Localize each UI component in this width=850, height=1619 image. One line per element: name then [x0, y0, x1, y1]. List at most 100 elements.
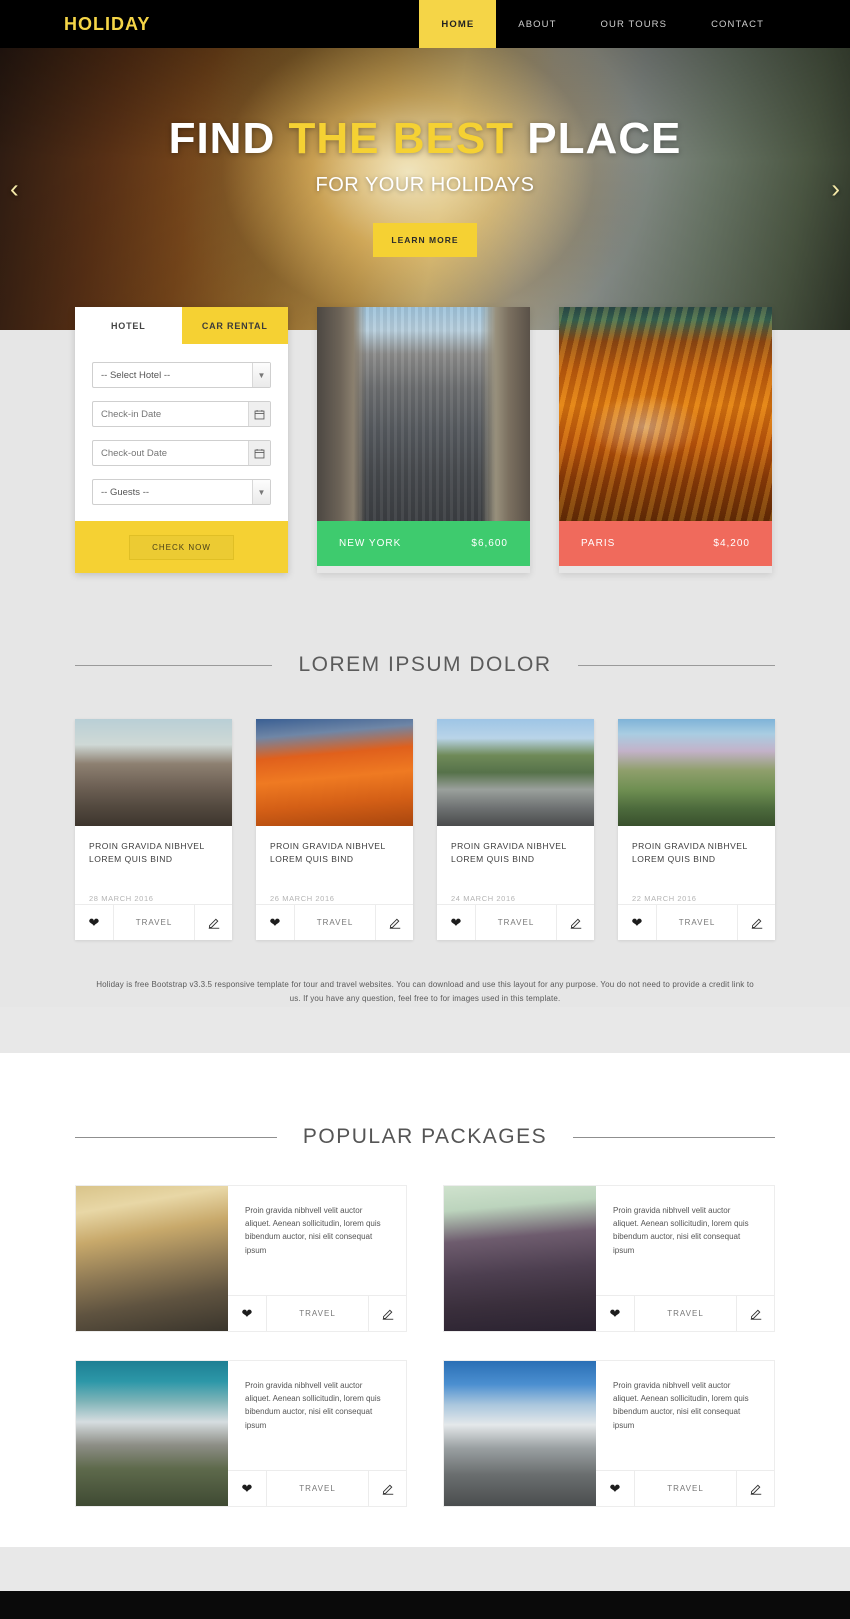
hero-subtitle: FOR YOUR HOLIDAYS	[315, 174, 535, 196]
edit-pencil-icon[interactable]	[368, 1296, 406, 1331]
favorite-heart-icon[interactable]: ❤	[618, 905, 656, 940]
package-text-1: Proin gravida nibhvell velit auctor aliq…	[245, 1206, 381, 1255]
package-tag-3[interactable]: TRAVEL	[266, 1471, 368, 1506]
blog-card-row: PROIN GRAVIDA NIBHVEL LOREM QUIS BIND 28…	[75, 719, 775, 940]
packages-divider-left	[75, 1136, 277, 1138]
nav-item-our-tours[interactable]: OUR TOURS	[579, 0, 690, 48]
blog-card[interactable]: PROIN GRAVIDA NIBHVEL LOREM QUIS BIND 24…	[437, 719, 594, 940]
nav-menu: HOME ABOUT OUR TOURS CONTACT	[419, 0, 786, 48]
packages-divider-right	[573, 1136, 775, 1138]
hero-title: FIND THE BEST PLACE	[0, 114, 850, 164]
favorite-heart-icon[interactable]: ❤	[75, 905, 113, 940]
edit-pencil-icon[interactable]	[375, 905, 413, 940]
site-logo[interactable]: HOLIDAY	[0, 0, 419, 48]
package-image-4	[444, 1361, 596, 1506]
edit-pencil-icon[interactable]	[736, 1296, 774, 1331]
package-text-2: Proin gravida nibhvell velit auctor aliq…	[613, 1206, 749, 1255]
blog-body-2: PROIN GRAVIDA NIBHVEL LOREM QUIS BIND 26…	[256, 826, 413, 904]
check-now-button[interactable]: CHECK NOW	[129, 534, 234, 560]
blog-body-4: PROIN GRAVIDA NIBHVEL LOREM QUIS BIND 22…	[618, 826, 775, 904]
favorite-heart-icon[interactable]: ❤	[256, 905, 294, 940]
package-content-2: Proin gravida nibhvell velit auctor aliq…	[596, 1186, 774, 1331]
learn-more-button[interactable]: LEARN MORE	[373, 223, 477, 257]
checkin-field	[92, 401, 271, 427]
blog-card[interactable]: PROIN GRAVIDA NIBHVEL LOREM QUIS BIND 28…	[75, 719, 232, 940]
edit-pencil-icon[interactable]	[556, 905, 594, 940]
carousel-next-icon[interactable]: ›	[831, 174, 840, 205]
package-content-1: Proin gravida nibhvell velit auctor aliq…	[228, 1186, 406, 1331]
edit-pencil-icon[interactable]	[368, 1471, 406, 1506]
carousel-prev-icon[interactable]: ‹	[10, 174, 19, 205]
blog-card-footer-4: ❤ TRAVEL	[618, 904, 775, 940]
favorite-heart-icon[interactable]: ❤	[437, 905, 475, 940]
heart-glyph: ❤	[450, 915, 462, 930]
blog-tag-4[interactable]: TRAVEL	[656, 905, 737, 940]
blog-date-3: 24 MARCH 2016	[451, 893, 516, 903]
hero-title-accent: THE BEST	[288, 114, 515, 163]
blog-card-footer-1: ❤ TRAVEL	[75, 904, 232, 940]
package-text-4: Proin gravida nibhvell velit auctor aliq…	[613, 1381, 749, 1430]
package-image-1	[76, 1186, 228, 1331]
booking-widget: HOTEL CAR RENTAL -- Select Hotel -- ▼ Ch…	[75, 307, 288, 573]
nav-item-about[interactable]: ABOUT	[496, 0, 578, 48]
popular-packages-section: POPULAR PACKAGES Proin gravida nibhvell …	[0, 1053, 850, 1547]
hero-content: FIND THE BEST PLACE FOR YOUR HOLIDAYS LE…	[0, 48, 850, 257]
deal-card-paris[interactable]: PARIS $4,200	[559, 307, 772, 573]
favorite-heart-icon[interactable]: ❤	[596, 1296, 634, 1331]
deal-info-bar-new-york: NEW YORK $6,600	[317, 521, 530, 566]
package-card[interactable]: Proin gravida nibhvell velit auctor aliq…	[443, 1360, 775, 1507]
package-content-3: Proin gravida nibhvell velit auctor aliq…	[228, 1361, 406, 1506]
calendar-icon-checkin[interactable]	[248, 402, 270, 426]
package-tag-4[interactable]: TRAVEL	[634, 1471, 736, 1506]
guests-select[interactable]: -- Guests --	[92, 479, 271, 505]
deal-card-new-york[interactable]: NEW YORK $6,600	[317, 307, 530, 573]
nav-right-spacer	[786, 0, 850, 48]
tab-car-rental[interactable]: CAR RENTAL	[181, 307, 288, 344]
blog-title-2: PROIN GRAVIDA NIBHVEL LOREM QUIS BIND	[270, 841, 386, 864]
package-card[interactable]: Proin gravida nibhvell velit auctor aliq…	[75, 1185, 407, 1332]
package-card[interactable]: Proin gravida nibhvell velit auctor aliq…	[443, 1185, 775, 1332]
calendar-icon-checkout[interactable]	[248, 441, 270, 465]
blog-tag-2[interactable]: TRAVEL	[294, 905, 375, 940]
edit-pencil-icon[interactable]	[736, 1471, 774, 1506]
favorite-heart-icon[interactable]: ❤	[228, 1471, 266, 1506]
page-footer	[0, 1591, 850, 1619]
package-tag-1[interactable]: TRAVEL	[266, 1296, 368, 1331]
blog-card[interactable]: PROIN GRAVIDA NIBHVEL LOREM QUIS BIND 26…	[256, 719, 413, 940]
heading-divider-right	[577, 664, 776, 666]
deal-image-paris	[559, 307, 772, 521]
template-description-text: Holiday is free Bootstrap v3.3.5 respons…	[96, 980, 754, 1003]
main-grey-section: HOTEL CAR RENTAL -- Select Hotel -- ▼ Ch…	[0, 307, 850, 1007]
package-footer-3: ❤ TRAVEL	[228, 1470, 406, 1506]
deal-price-new-york: $6,600	[471, 538, 508, 549]
blog-tag-3[interactable]: TRAVEL	[475, 905, 556, 940]
blog-date-1: 28 MARCH 2016	[89, 893, 154, 903]
tab-hotel[interactable]: HOTEL	[75, 307, 182, 344]
edit-pencil-icon[interactable]	[737, 905, 775, 940]
checkin-input[interactable]	[92, 401, 271, 427]
hotel-select-field: -- Select Hotel -- ▼	[92, 362, 271, 388]
blog-date-4: 22 MARCH 2016	[632, 893, 697, 903]
deal-info-bar-paris: PARIS $4,200	[559, 521, 772, 566]
heart-glyph: ❤	[609, 1481, 621, 1496]
blog-tag-1[interactable]: TRAVEL	[113, 905, 194, 940]
nav-item-contact[interactable]: CONTACT	[689, 0, 786, 48]
nav-item-home[interactable]: HOME	[419, 0, 497, 48]
favorite-heart-icon[interactable]: ❤	[596, 1471, 634, 1506]
blog-section-heading: LOREM IPSUM DOLOR	[75, 653, 776, 677]
heart-glyph: ❤	[269, 915, 281, 930]
hero-title-part1: FIND	[168, 114, 289, 163]
package-tag-2[interactable]: TRAVEL	[634, 1296, 736, 1331]
blog-title-1: PROIN GRAVIDA NIBHVEL LOREM QUIS BIND	[89, 841, 205, 864]
hotel-select[interactable]: -- Select Hotel --	[92, 362, 271, 388]
checkout-input[interactable]	[92, 440, 271, 466]
package-image-3	[76, 1361, 228, 1506]
package-card[interactable]: Proin gravida nibhvell velit auctor aliq…	[75, 1360, 407, 1507]
deal-price-paris: $4,200	[713, 538, 750, 549]
favorite-heart-icon[interactable]: ❤	[228, 1296, 266, 1331]
deal-city-new-york: NEW YORK	[339, 538, 402, 549]
edit-pencil-icon[interactable]	[194, 905, 232, 940]
heart-glyph: ❤	[609, 1306, 621, 1321]
package-footer-4: ❤ TRAVEL	[596, 1470, 774, 1506]
blog-card[interactable]: PROIN GRAVIDA NIBHVEL LOREM QUIS BIND 22…	[618, 719, 775, 940]
